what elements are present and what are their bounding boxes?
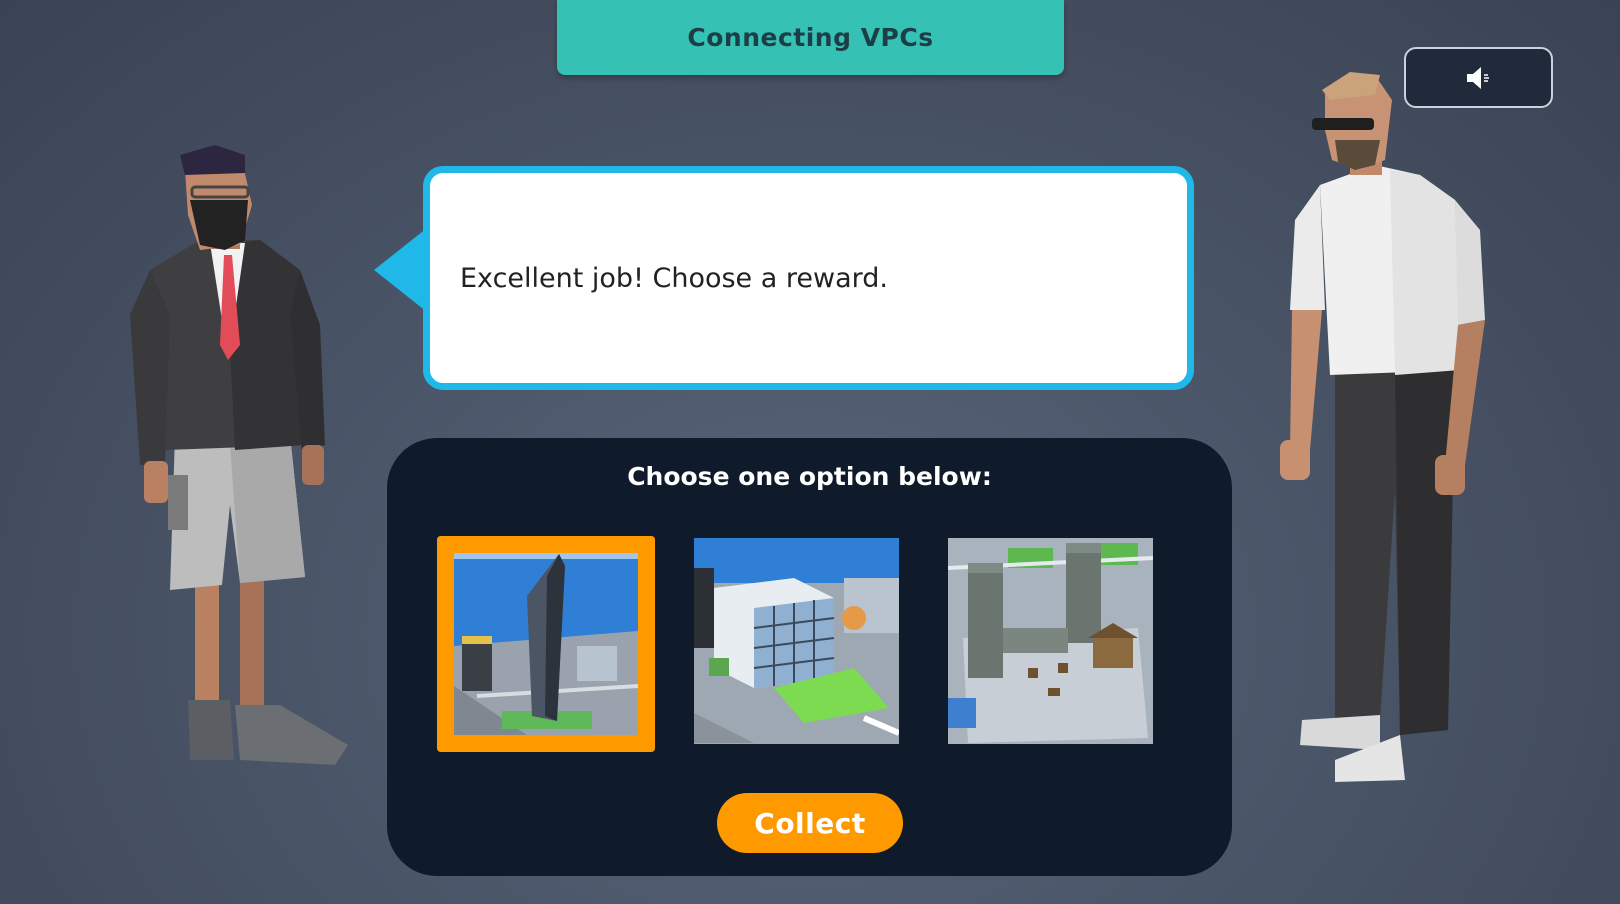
page-title: Connecting VPCs (687, 23, 934, 52)
reward-option-office-park[interactable] (694, 538, 899, 744)
collect-button[interactable]: Collect (717, 793, 903, 853)
reward-options-panel: Choose one option below: Collect (387, 438, 1232, 876)
reward-option-castle[interactable] (948, 538, 1153, 744)
dialog-message: Excellent job! Choose a reward. (460, 262, 888, 294)
skyscraper-thumbnail (437, 536, 655, 752)
right-character (1280, 72, 1485, 782)
office-park-thumbnail (694, 538, 899, 744)
reward-option-skyscraper[interactable] (437, 536, 655, 752)
speech-bubble: Excellent job! Choose a reward. (423, 166, 1194, 390)
title-banner: Connecting VPCs (557, 0, 1064, 75)
castle-thumbnail (948, 538, 1153, 744)
options-heading: Choose one option below: (627, 462, 992, 491)
left-character (130, 145, 348, 765)
